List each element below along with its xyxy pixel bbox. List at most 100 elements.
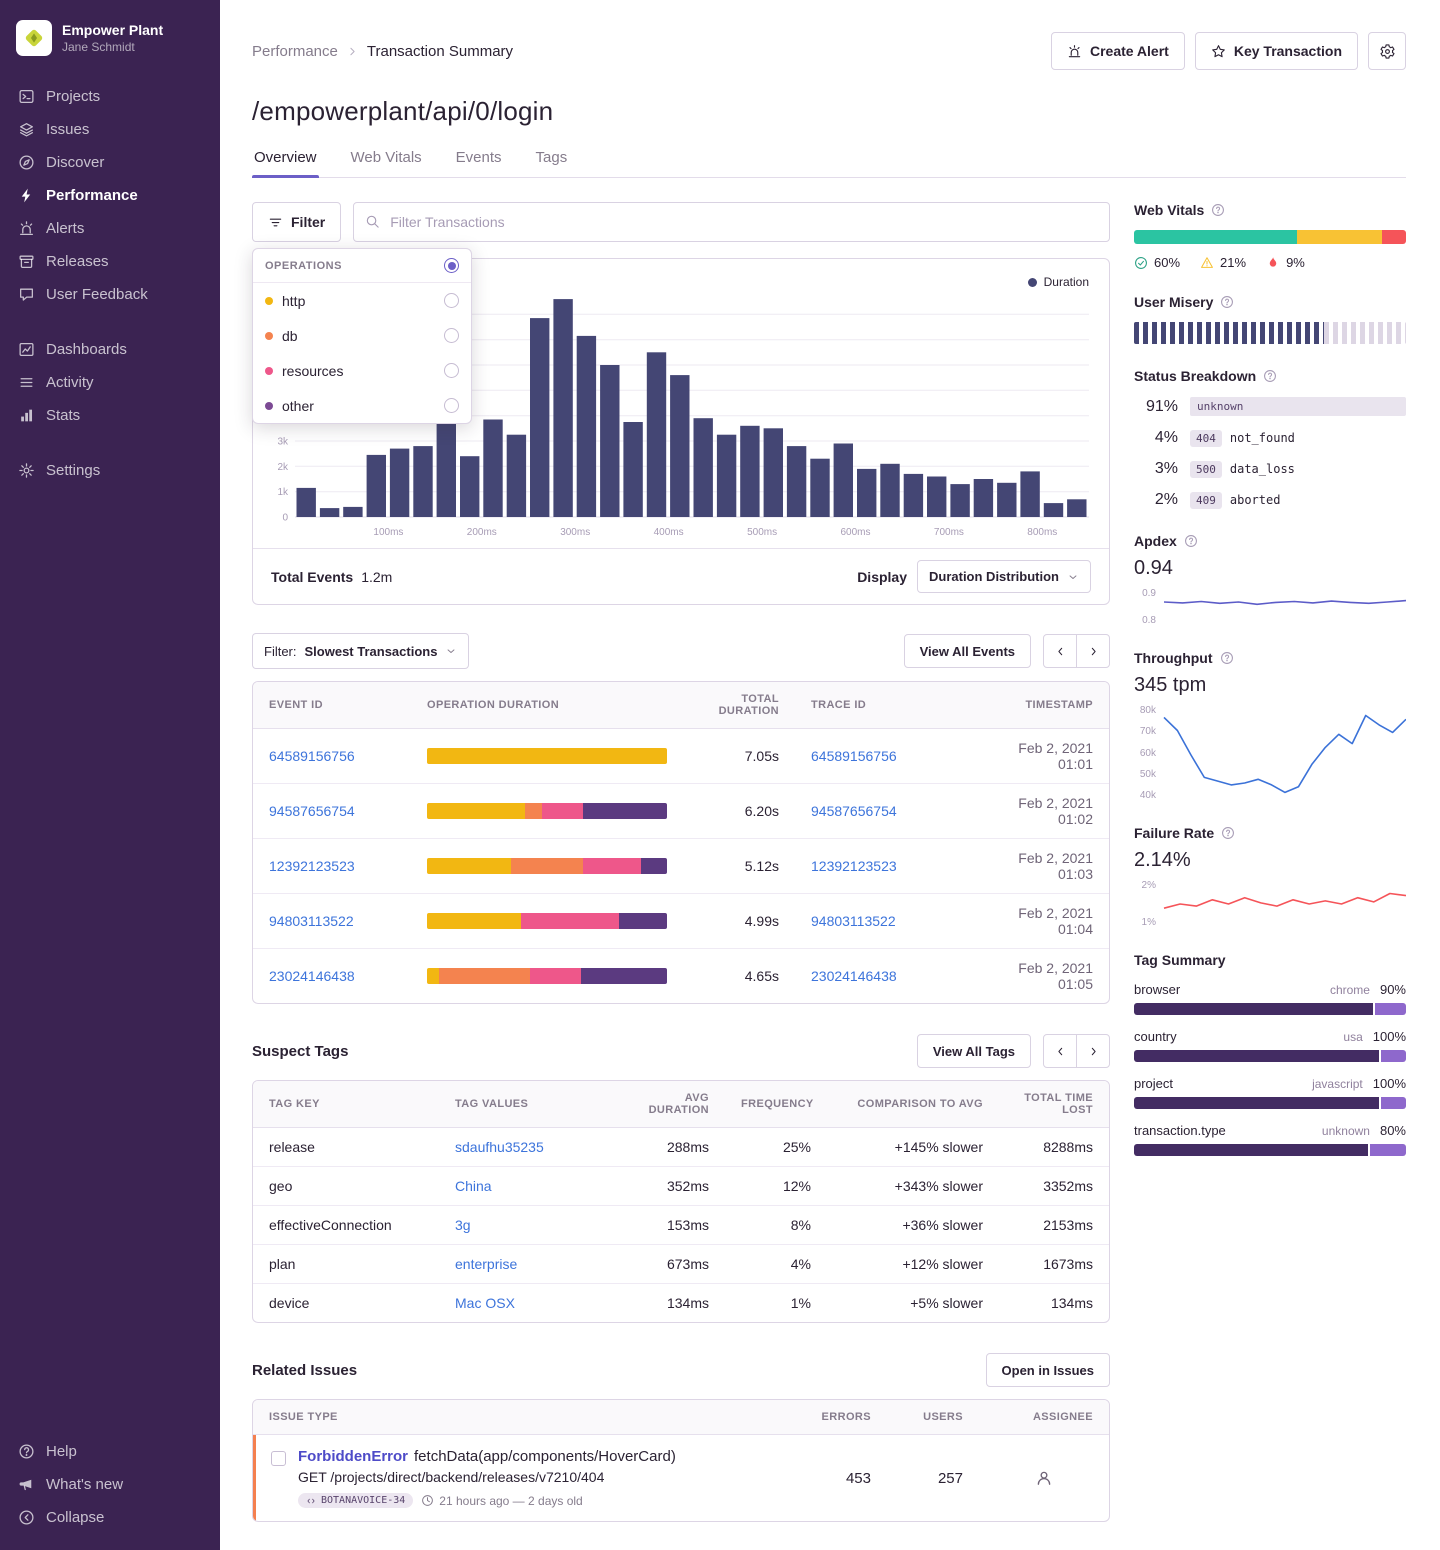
tags-prev-button[interactable]	[1043, 1034, 1077, 1068]
breadcrumb-performance[interactable]: Performance	[252, 43, 338, 60]
org-switcher[interactable]: Empower Plant Jane Schmidt	[0, 16, 220, 62]
trace-id-link[interactable]: 94587656754	[811, 803, 897, 819]
create-alert-button[interactable]: Create Alert	[1051, 32, 1185, 70]
status-code: 500	[1190, 461, 1222, 478]
view-all-events-label: View All Events	[920, 644, 1015, 659]
tab-overview[interactable]: Overview	[252, 149, 319, 177]
svg-text:800ms: 800ms	[1027, 527, 1057, 538]
tag-value-link[interactable]: 3g	[455, 1217, 471, 1233]
tag-key-cell: release	[253, 1128, 439, 1166]
display-select[interactable]: Duration Distribution	[917, 560, 1091, 593]
question-icon[interactable]	[1211, 203, 1225, 217]
view-all-events-button[interactable]: View All Events	[904, 634, 1031, 668]
tag-value-link[interactable]: enterprise	[455, 1256, 517, 1272]
sidebar-item-collapse[interactable]: Collapse	[0, 1501, 220, 1534]
create-alert-label: Create Alert	[1090, 43, 1169, 59]
sidebar-item-settings[interactable]: Settings	[0, 454, 220, 487]
tag-value-link[interactable]: China	[455, 1178, 492, 1194]
operation-radio[interactable]	[444, 363, 459, 378]
tab-web-vitals[interactable]: Web Vitals	[349, 149, 424, 177]
events-next-button[interactable]	[1076, 634, 1110, 668]
key-transaction-button[interactable]: Key Transaction	[1195, 32, 1358, 70]
event-id-link[interactable]: 94587656754	[269, 803, 355, 819]
trace-id-link[interactable]: 64589156756	[811, 748, 897, 764]
tab-events[interactable]: Events	[454, 149, 504, 177]
tag-value-link[interactable]: Mac OSX	[455, 1295, 515, 1311]
operation-radio[interactable]	[444, 328, 459, 343]
comparison-cell: +12% slower	[827, 1245, 999, 1283]
sidebar-item-user-feedback[interactable]: User Feedback	[0, 278, 220, 311]
sidebar-item-what-s-new[interactable]: What's new	[0, 1468, 220, 1501]
user-misery-rest	[1324, 322, 1406, 344]
sidebar-item-projects[interactable]: Projects	[0, 80, 220, 113]
issue-checkbox[interactable]	[271, 1451, 286, 1466]
search-input[interactable]	[353, 202, 1110, 242]
status-pct: 2%	[1134, 491, 1178, 509]
operation-item-db[interactable]: db	[253, 318, 471, 353]
tab-tags[interactable]: Tags	[534, 149, 570, 177]
sidebar-item-stats[interactable]: Stats	[0, 399, 220, 432]
operation-item-http[interactable]: http	[253, 283, 471, 318]
user-misery-section: User Misery	[1134, 294, 1406, 344]
status-code: 404	[1190, 430, 1222, 447]
time-lost-cell: 8288ms	[999, 1128, 1109, 1166]
filter-button[interactable]: Filter	[252, 202, 341, 242]
user-misery-title-row: User Misery	[1134, 294, 1406, 310]
view-all-tags-button[interactable]: View All Tags	[917, 1034, 1031, 1068]
user-misery-title: User Misery	[1134, 294, 1213, 310]
sidebar-item-discover[interactable]: Discover	[0, 146, 220, 179]
sidebar-item-activity[interactable]: Activity	[0, 366, 220, 399]
events-filter-value: Slowest Transactions	[305, 644, 438, 659]
throughput-title-row: Throughput	[1134, 650, 1406, 666]
throughput-value: 345 tpm	[1134, 674, 1406, 697]
project-badge[interactable]: BOTANAVOICE-34	[298, 1493, 413, 1508]
issue-assignee[interactable]	[979, 1469, 1109, 1487]
operation-radio[interactable]	[444, 398, 459, 413]
app-root: Empower Plant Jane Schmidt ProjectsIssue…	[0, 0, 1440, 1550]
event-id-link[interactable]: 64589156756	[269, 748, 355, 764]
question-icon[interactable]	[1263, 369, 1277, 383]
sidebar-item-releases[interactable]: Releases	[0, 245, 220, 278]
events-col-header: TRACE ID	[795, 688, 975, 722]
operations-all-radio[interactable]	[444, 258, 459, 273]
suspect-tag-row: effectiveConnection3g153ms8%+36% slower2…	[253, 1206, 1109, 1245]
line-chart	[1162, 588, 1406, 626]
events-filter-select[interactable]: Filter: Slowest Transactions	[252, 633, 469, 669]
settings-gear-button[interactable]	[1368, 32, 1406, 70]
question-icon[interactable]	[1220, 295, 1234, 309]
web-vitals-stat-label: 9%	[1286, 255, 1305, 270]
trace-id-link[interactable]: 94803113522	[811, 913, 896, 929]
event-id-link[interactable]: 23024146438	[269, 968, 355, 984]
tag-key-cell: effectiveConnection	[253, 1206, 439, 1244]
total-duration-cell: 5.12s	[683, 847, 795, 885]
operation-item-other[interactable]: other	[253, 388, 471, 423]
operation-radio[interactable]	[444, 293, 459, 308]
operations-dropdown-header[interactable]: OPERATIONS	[253, 249, 471, 283]
sidebar-item-performance[interactable]: Performance	[0, 179, 220, 212]
total-events: Total Events 1.2m	[271, 569, 392, 585]
question-icon[interactable]	[1220, 651, 1234, 665]
tag-summary-row-country: countryusa100%	[1134, 1029, 1406, 1062]
events-prev-button[interactable]	[1043, 634, 1077, 668]
operation-item-resources[interactable]: resources	[253, 353, 471, 388]
sidebar-nav-tertiary: Settings	[0, 454, 220, 487]
tags-next-button[interactable]	[1076, 1034, 1110, 1068]
tag-value-link[interactable]: sdaufhu35235	[455, 1139, 544, 1155]
event-id-link[interactable]: 94803113522	[269, 913, 354, 929]
question-icon[interactable]	[1184, 534, 1198, 548]
question-icon[interactable]	[1221, 826, 1235, 840]
trace-id-link[interactable]: 23024146438	[811, 968, 897, 984]
comparison-cell: +145% slower	[827, 1128, 999, 1166]
check-icon	[1134, 256, 1148, 270]
event-id-link[interactable]: 12392123523	[269, 858, 355, 874]
tags-col-header: FREQUENCY	[725, 1087, 827, 1121]
issue-type-link[interactable]: ForbiddenError	[298, 1448, 408, 1465]
operations-items: httpdbresourcesother	[253, 283, 471, 423]
sidebar-item-alerts[interactable]: Alerts	[0, 212, 220, 245]
tag-summary-row-project: projectjavascript100%	[1134, 1076, 1406, 1109]
sidebar-item-issues[interactable]: Issues	[0, 113, 220, 146]
sidebar-item-dashboards[interactable]: Dashboards	[0, 333, 220, 366]
trace-id-link[interactable]: 12392123523	[811, 858, 897, 874]
sidebar-item-help[interactable]: Help	[0, 1435, 220, 1468]
open-in-issues-button[interactable]: Open in Issues	[986, 1353, 1110, 1387]
